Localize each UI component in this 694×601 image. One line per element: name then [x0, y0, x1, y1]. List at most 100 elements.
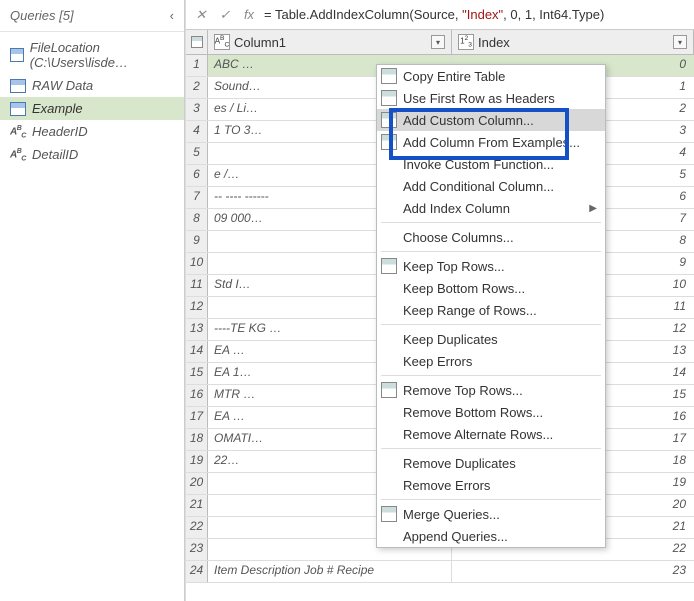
type-number-icon: 123	[458, 34, 474, 50]
fx-icon[interactable]: fx	[240, 6, 258, 24]
row-number: 1	[186, 55, 208, 76]
sidebar-header: Queries [5] ‹	[0, 0, 184, 32]
menu-item[interactable]: Keep Range of Rows...	[377, 299, 605, 321]
menu-item-label: Keep Bottom Rows...	[403, 281, 525, 296]
row-number: 5	[186, 143, 208, 164]
formula-bar: ✕ ✓ fx = Table.AddIndexColumn(Source, "I…	[186, 0, 694, 30]
row-number: 16	[186, 385, 208, 406]
menu-item[interactable]: Choose Columns...	[377, 226, 605, 248]
menu-item[interactable]: Keep Top Rows...	[377, 255, 605, 277]
query-item-label: Example	[32, 101, 83, 116]
menu-item[interactable]: Remove Top Rows...	[377, 379, 605, 401]
row-number: 20	[186, 473, 208, 494]
query-list: FileLocation (C:\Users\lisde… RAW Data Exa…	[0, 32, 184, 170]
row-number: 12	[186, 297, 208, 318]
menu-item-label: Remove Top Rows...	[403, 383, 523, 398]
menu-item-label: Remove Errors	[403, 478, 490, 493]
menu-separator	[381, 499, 601, 500]
row-number: 21	[186, 495, 208, 516]
menu-item-label: Keep Duplicates	[403, 332, 498, 347]
menu-item-label: Add Conditional Column...	[403, 179, 554, 194]
cell-index[interactable]: 23	[452, 561, 694, 582]
row-number: 15	[186, 363, 208, 384]
column-header-index[interactable]: 123 Index ▾	[452, 30, 694, 54]
menu-item-label: Use First Row as Headers	[403, 91, 555, 106]
column1-label: Column1	[234, 35, 431, 50]
menu-item-label: Merge Queries...	[403, 507, 500, 522]
menu-item[interactable]: Remove Bottom Rows...	[377, 401, 605, 423]
table-row[interactable]: 24Item Description Job # Recipe23	[186, 561, 694, 583]
menu-item[interactable]: Keep Bottom Rows...	[377, 277, 605, 299]
query-item-label: RAW Data	[32, 78, 93, 93]
menu-item[interactable]: Keep Errors	[377, 350, 605, 372]
accept-icon[interactable]: ✓	[216, 6, 234, 24]
cancel-icon[interactable]: ✕	[192, 6, 210, 24]
menu-item-icon	[381, 68, 397, 84]
row-number: 6	[186, 165, 208, 186]
menu-item[interactable]: Add Custom Column...	[377, 109, 605, 131]
query-item[interactable]: ABCHeaderID	[0, 120, 184, 143]
menu-item-icon	[381, 90, 397, 106]
menu-item-icon	[381, 112, 397, 128]
menu-item[interactable]: Remove Duplicates	[377, 452, 605, 474]
cell-column1[interactable]: Item Description Job # Recipe	[208, 561, 452, 582]
query-item-label: DetailID	[32, 147, 78, 162]
menu-item-label: Keep Top Rows...	[403, 259, 505, 274]
text-icon: ABC	[10, 125, 26, 139]
menu-separator	[381, 324, 601, 325]
index-label: Index	[478, 35, 673, 50]
row-number: 11	[186, 275, 208, 296]
menu-item[interactable]: Merge Queries...	[377, 503, 605, 525]
query-item[interactable]: Example	[0, 97, 184, 120]
row-number: 14	[186, 341, 208, 362]
menu-item[interactable]: Add Index Column ▶	[377, 197, 605, 219]
menu-item-icon	[381, 258, 397, 274]
menu-item[interactable]: Keep Duplicates	[377, 328, 605, 350]
query-item[interactable]: RAW Data	[0, 74, 184, 97]
row-number: 10	[186, 253, 208, 274]
query-item[interactable]: ABC DetailID	[0, 143, 184, 166]
menu-item[interactable]: Invoke Custom Function...	[377, 153, 605, 175]
menu-item-label: Remove Duplicates	[403, 456, 516, 471]
query-item[interactable]: FileLocation (C:\Users\lisde…	[0, 36, 184, 74]
row-number: 4	[186, 121, 208, 142]
menu-item-icon	[381, 134, 397, 150]
menu-item[interactable]: Remove Errors	[377, 474, 605, 496]
row-number: 9	[186, 231, 208, 252]
menu-item-label: Add Custom Column...	[403, 113, 534, 128]
text-icon: ABC	[10, 148, 26, 162]
menu-item[interactable]: Add Column From Examples...	[377, 131, 605, 153]
collapse-chevron-icon[interactable]: ‹	[170, 8, 174, 23]
formula-text[interactable]: = Table.AddIndexColumn(Source, "Index", …	[264, 7, 604, 22]
menu-item-label: Add Column From Examples...	[403, 135, 580, 150]
main-area: ✕ ✓ fx = Table.AddIndexColumn(Source, "I…	[185, 0, 694, 601]
row-number: 8	[186, 209, 208, 230]
row-number: 18	[186, 429, 208, 450]
row-number: 23	[186, 539, 208, 560]
menu-item[interactable]: Use First Row as Headers	[377, 87, 605, 109]
menu-separator	[381, 222, 601, 223]
menu-item[interactable]: Add Conditional Column...	[377, 175, 605, 197]
column-header-column1[interactable]: ABC Column1 ▾	[208, 30, 452, 54]
menu-item[interactable]: Remove Alternate Rows...	[377, 423, 605, 445]
column1-filter-dropdown[interactable]: ▾	[431, 35, 445, 49]
table-menu-button[interactable]	[186, 30, 208, 54]
menu-item-icon	[381, 506, 397, 522]
menu-item[interactable]: Copy Entire Table	[377, 65, 605, 87]
index-filter-dropdown[interactable]: ▾	[673, 35, 687, 49]
table-icon	[10, 102, 26, 116]
row-number: 3	[186, 99, 208, 120]
submenu-arrow-icon: ▶	[589, 203, 597, 214]
menu-item-label: Remove Bottom Rows...	[403, 405, 543, 420]
menu-item-label: Add Index Column	[403, 201, 510, 216]
menu-item[interactable]: Append Queries...	[377, 525, 605, 547]
table-icon	[191, 36, 203, 48]
menu-item-label: Keep Range of Rows...	[403, 303, 537, 318]
queries-sidebar: Queries [5] ‹ FileLocation (C:\Users\lis…	[0, 0, 185, 601]
row-number: 2	[186, 77, 208, 98]
grid-header: ABC Column1 ▾ 123 Index ▾	[186, 30, 694, 55]
row-number: 17	[186, 407, 208, 428]
menu-separator	[381, 251, 601, 252]
menu-item-label: Keep Errors	[403, 354, 472, 369]
table-icon	[10, 48, 24, 62]
